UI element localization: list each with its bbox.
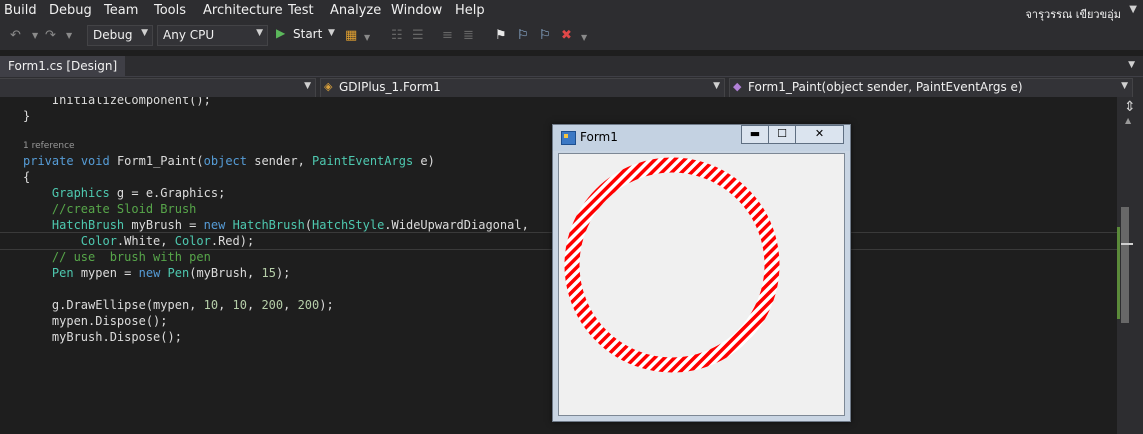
play-icon: ▶ — [276, 26, 286, 40]
codelens-references[interactable]: 1 reference — [23, 141, 75, 151]
member-value: Form1_Paint(object sender, PaintEventArg… — [748, 80, 1023, 94]
chevron-down-icon[interactable]: ▼ — [1128, 60, 1135, 70]
menu-build[interactable]: Build — [4, 3, 37, 18]
menu-team[interactable]: Team — [104, 3, 138, 18]
form1-client-area — [558, 153, 845, 416]
menu-help[interactable]: Help — [455, 3, 485, 18]
chevron-down-icon: ▼ — [328, 28, 335, 38]
scrollbar-thumb[interactable] — [1121, 207, 1129, 323]
chevron-down-icon: ▼ — [1121, 81, 1128, 91]
toolbar-overflow-icon[interactable]: ▼ — [581, 33, 587, 42]
code-line: HatchBrush myBrush = new HatchBrush(Hatc… — [51, 218, 529, 232]
code-line: //create Sloid Brush — [23, 202, 197, 216]
minimize-icon: ▬ — [749, 127, 761, 140]
redo-dropdown-icon[interactable]: ▼ — [66, 31, 72, 40]
code-line: private void Form1_Paint(object sender, … — [23, 154, 435, 168]
form1-window[interactable]: Form1 ▬ ☐ ✕ — [552, 124, 851, 422]
align-icon[interactable]: ☰ — [412, 28, 424, 43]
code-line: mypen.Dispose(); — [23, 314, 168, 328]
hatched-ellipse — [564, 157, 780, 373]
redo-icon[interactable]: ↷ — [45, 28, 56, 43]
code-line: Graphics g = e.Graphics; — [51, 186, 226, 200]
type-value: GDIPlus_1.Form1 — [339, 80, 441, 94]
project-select[interactable]: ▼ — [0, 78, 316, 98]
form1-titlebar[interactable]: Form1 ▬ ☐ ✕ — [553, 125, 850, 151]
form-title: Form1 — [580, 130, 618, 144]
menu-bar: Build Debug Team Tools Architecture Test… — [0, 0, 1143, 22]
signed-in-user[interactable]: จารุวรรณ เขียวขอุ่ม — [1025, 5, 1121, 23]
type-select[interactable]: ◈ GDIPlus_1.Form1 ▼ — [320, 78, 725, 98]
navigation-bar: ▼ ◈ GDIPlus_1.Form1 ▼ ◆ Form1_Paint(obje… — [0, 77, 1143, 98]
maximize-button[interactable]: ☐ — [768, 125, 796, 144]
chevron-down-icon: ▼ — [713, 81, 720, 91]
comment-lines-icon[interactable]: ≡ — [442, 28, 453, 43]
layout-icon[interactable]: ☷ — [391, 28, 403, 43]
code-line: Pen mypen = new Pen(myBrush, 15); — [51, 266, 291, 280]
code-line: // use brush with pen — [23, 250, 211, 264]
next-bookmark-icon[interactable]: ⚐ — [539, 28, 551, 43]
previous-bookmark-icon[interactable]: ⚐ — [517, 28, 529, 43]
chevron-down-icon: ▼ — [141, 28, 148, 38]
undo-icon[interactable]: ↶ — [10, 28, 21, 43]
code-line: Color.White, Color.Red); — [80, 234, 255, 248]
tab-form1-design[interactable]: Form1.cs [Design] — [0, 56, 126, 76]
method-icon: ◆ — [733, 80, 742, 93]
split-window-icon[interactable]: ⇕ — [1124, 99, 1136, 115]
scroll-up-icon[interactable]: ▲ — [1125, 116, 1131, 125]
start-label: Start — [293, 27, 323, 41]
chevron-down-icon: ▼ — [256, 28, 263, 38]
menu-tools[interactable]: Tools — [154, 3, 186, 18]
close-button[interactable]: ✕ — [795, 125, 844, 144]
minimize-button[interactable]: ▬ — [741, 125, 769, 144]
code-line: { — [23, 170, 31, 184]
member-select[interactable]: ◆ Form1_Paint(object sender, PaintEventA… — [729, 78, 1133, 98]
menu-analyze[interactable]: Analyze — [330, 3, 381, 18]
code-line: InitializeComponent(); — [23, 97, 211, 107]
change-tracking-marker — [1117, 227, 1120, 319]
solution-platform-select[interactable]: Any CPU ▼ — [157, 25, 268, 46]
menu-test[interactable]: Test — [288, 3, 314, 18]
solution-configuration-select[interactable]: Debug ▼ — [87, 25, 153, 46]
form-app-icon — [561, 131, 576, 145]
code-line: } — [23, 109, 31, 123]
editor-vertical-scrollbar[interactable]: ⇕ ▲ — [1117, 97, 1143, 434]
uncomment-lines-icon[interactable]: ≣ — [463, 28, 474, 43]
bookmark-icon[interactable]: ⚑ — [495, 28, 507, 43]
menu-architecture[interactable]: Architecture — [203, 3, 283, 18]
menu-debug[interactable]: Debug — [49, 3, 92, 18]
standard-toolbar: ↶ ▼ ↷ ▼ Debug ▼ Any CPU ▼ ▶ Start ▼ ▦ ▼ … — [0, 22, 1143, 50]
maximize-icon: ☐ — [777, 127, 787, 140]
chevron-down-icon: ▼ — [304, 81, 311, 91]
find-in-files-icon[interactable]: ▦ — [345, 28, 357, 43]
code-line: g.DrawEllipse(mypen, 10, 10, 200, 200); — [23, 298, 334, 312]
hatched-ellipse-drawing — [564, 157, 780, 373]
clear-bookmarks-icon[interactable]: ✖ — [561, 28, 572, 43]
menu-window[interactable]: Window — [391, 3, 442, 18]
undo-dropdown-icon[interactable]: ▼ — [32, 31, 38, 40]
chevron-down-icon[interactable]: ▼ — [1129, 4, 1137, 15]
platform-value: Any CPU — [163, 28, 215, 42]
class-icon: ◈ — [324, 80, 333, 93]
configuration-value: Debug — [93, 28, 133, 42]
code-line: myBrush.Dispose(); — [23, 330, 182, 344]
caret-position-marker — [1121, 243, 1133, 245]
close-icon: ✕ — [814, 127, 825, 140]
document-tab-bar: Form1.cs [Design] ▼ — [0, 56, 1143, 77]
find-dropdown-icon[interactable]: ▼ — [364, 33, 370, 42]
